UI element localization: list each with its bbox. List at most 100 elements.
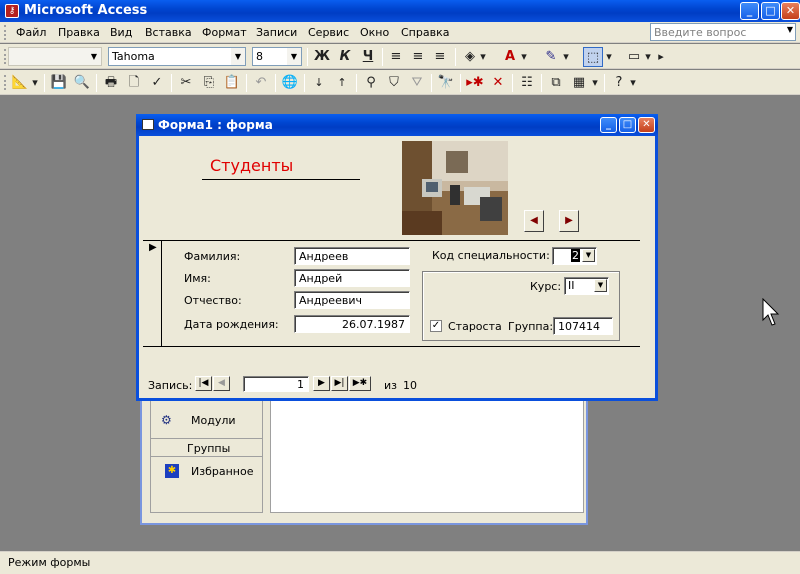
birth-date-field[interactable]: 26.07.1987 bbox=[294, 315, 410, 333]
toolbar-options-icon[interactable]: ▸ bbox=[656, 47, 666, 67]
copy-icon[interactable]: ⎘ bbox=[199, 73, 219, 93]
record-selector-divider bbox=[161, 241, 162, 346]
print-preview-icon[interactable]: 🗋 bbox=[124, 73, 144, 93]
spec-code-combo[interactable]: 2 ▼ bbox=[552, 247, 597, 265]
course-combo[interactable]: II ▼ bbox=[564, 277, 609, 295]
print-icon[interactable]: 🖶 bbox=[101, 73, 121, 93]
font-color-icon[interactable]: A bbox=[500, 47, 520, 67]
find-icon[interactable]: 🔭 bbox=[436, 73, 456, 93]
chevron-down-icon[interactable]: ▼ bbox=[87, 48, 101, 65]
separator bbox=[460, 74, 461, 92]
form-maximize-button[interactable]: □ bbox=[619, 117, 636, 133]
groups-item-favorites[interactable]: Избранное bbox=[191, 465, 253, 478]
previous-record-button[interactable]: ◀ bbox=[524, 210, 544, 232]
chevron-down-icon[interactable]: ▼ bbox=[287, 48, 301, 65]
help-icon[interactable]: ? bbox=[609, 73, 629, 93]
menu-window[interactable]: Окно bbox=[360, 26, 389, 39]
next-record-button[interactable]: ▶ bbox=[559, 210, 579, 232]
monitor-checkbox[interactable]: ✓ bbox=[430, 320, 442, 332]
properties-icon[interactable]: ☷ bbox=[517, 73, 537, 93]
chevron-down-icon[interactable]: ▾ bbox=[478, 47, 488, 67]
last-name-field[interactable]: Андреев bbox=[294, 247, 410, 265]
chevron-down-icon[interactable]: ▼ bbox=[231, 48, 245, 65]
undo-icon[interactable]: ↶ bbox=[251, 73, 271, 93]
align-right-icon[interactable]: ≡ bbox=[430, 47, 450, 67]
paste-icon[interactable]: 📋 bbox=[222, 73, 242, 93]
object-combo[interactable]: ▼ bbox=[8, 47, 102, 66]
menu-help[interactable]: Справка bbox=[401, 26, 449, 39]
bold-button[interactable]: Ж bbox=[312, 47, 332, 67]
chevron-down-icon[interactable]: ▾ bbox=[643, 47, 653, 67]
sort-descending-icon[interactable]: ↑ bbox=[332, 73, 352, 93]
border-icon[interactable]: ⬚ bbox=[583, 47, 603, 67]
database-window-icon[interactable]: ⧉ bbox=[546, 73, 566, 93]
chevron-down-icon[interactable]: ▼ bbox=[594, 279, 607, 292]
patronymic-label: Отчество: bbox=[184, 294, 242, 307]
chevron-down-icon[interactable]: ▾ bbox=[604, 47, 614, 67]
align-left-icon[interactable]: ≡ bbox=[386, 47, 406, 67]
delete-record-icon[interactable]: ✕ bbox=[488, 73, 508, 93]
filter-by-selection-icon[interactable]: ⚲ bbox=[361, 73, 381, 93]
ask-question-box[interactable]: Введите вопрос ▼ bbox=[650, 23, 796, 41]
first-name-field[interactable]: Андрей bbox=[294, 269, 410, 287]
form-close-button[interactable]: ✕ bbox=[638, 117, 655, 133]
menu-edit[interactable]: Правка bbox=[58, 26, 100, 39]
chevron-down-icon[interactable]: ▼ bbox=[582, 249, 595, 262]
minimize-button[interactable]: _ bbox=[740, 2, 759, 20]
chevron-down-icon[interactable]: ▾ bbox=[519, 47, 529, 67]
record-selector-arrow-icon[interactable]: ▶ bbox=[149, 242, 157, 253]
chevron-down-icon[interactable]: ▼ bbox=[787, 25, 793, 34]
underline-button[interactable]: Ч bbox=[358, 47, 378, 67]
fill-color-icon[interactable]: ◈ bbox=[460, 47, 480, 67]
line-color-icon[interactable]: ✎ bbox=[541, 47, 561, 67]
close-button[interactable]: ✕ bbox=[781, 2, 800, 20]
menu-file[interactable]: Файл bbox=[16, 26, 46, 39]
hyperlink-icon[interactable]: 🌐 bbox=[280, 73, 300, 93]
search-file-icon[interactable]: 🔍 bbox=[72, 73, 92, 93]
menu-insert[interactable]: Вставка bbox=[145, 26, 192, 39]
new-object-icon[interactable]: ▦ bbox=[569, 73, 589, 93]
header-divider bbox=[143, 240, 640, 241]
objects-item-modules[interactable]: Модули bbox=[191, 414, 236, 427]
menu-records[interactable]: Записи bbox=[256, 26, 297, 39]
new-record-nav-button[interactable]: ▶✱ bbox=[349, 376, 371, 391]
chevron-down-icon[interactable]: ▾ bbox=[590, 73, 600, 93]
toolbar-grip[interactable] bbox=[4, 25, 7, 40]
chevron-down-icon[interactable]: ▾ bbox=[561, 47, 571, 67]
line-width-icon[interactable]: ▭ bbox=[624, 47, 644, 67]
first-record-button[interactable]: |◀ bbox=[195, 376, 212, 391]
objects-list[interactable] bbox=[270, 385, 584, 513]
toolbar-grip[interactable] bbox=[4, 49, 7, 64]
chevron-down-icon[interactable]: ▾ bbox=[628, 73, 638, 93]
patronymic-field[interactable]: Андреевич bbox=[294, 291, 410, 309]
separator bbox=[44, 74, 45, 92]
align-center-icon[interactable]: ≡ bbox=[408, 47, 428, 67]
separator bbox=[356, 74, 357, 92]
last-record-button[interactable]: ▶| bbox=[331, 376, 348, 391]
toolbar-grip[interactable] bbox=[4, 75, 7, 90]
view-design-icon[interactable]: 📐 bbox=[10, 73, 30, 93]
font-combo[interactable]: Tahoma ▼ bbox=[108, 47, 246, 66]
prev-record-button[interactable]: ◀ bbox=[213, 376, 230, 391]
maximize-button[interactable]: □ bbox=[761, 2, 780, 20]
save-icon[interactable]: 💾 bbox=[49, 73, 69, 93]
status-bar: Режим формы bbox=[0, 551, 800, 574]
menu-view[interactable]: Вид bbox=[110, 26, 132, 39]
menu-format[interactable]: Формат bbox=[202, 26, 247, 39]
italic-button[interactable]: К bbox=[335, 47, 355, 67]
chevron-down-icon[interactable]: ▾ bbox=[30, 73, 40, 93]
cut-icon[interactable]: ✂ bbox=[176, 73, 196, 93]
sort-ascending-icon[interactable]: ↓ bbox=[309, 73, 329, 93]
next-record-nav-button[interactable]: ▶ bbox=[313, 376, 330, 391]
record-number-field[interactable]: 1 bbox=[243, 376, 309, 392]
group-field[interactable]: 107414 bbox=[553, 317, 613, 335]
spelling-icon[interactable]: ✓ bbox=[147, 73, 167, 93]
menu-tools[interactable]: Сервис bbox=[308, 26, 349, 39]
separator bbox=[431, 74, 432, 92]
filter-by-form-icon[interactable]: ⛉ bbox=[384, 73, 404, 93]
font-size-combo[interactable]: 8 ▼ bbox=[252, 47, 302, 66]
groups-header[interactable]: Группы bbox=[187, 442, 230, 455]
apply-filter-icon[interactable]: ⛛ bbox=[407, 73, 427, 93]
form-minimize-button[interactable]: _ bbox=[600, 117, 617, 133]
new-record-icon[interactable]: ▸✱ bbox=[465, 73, 485, 93]
